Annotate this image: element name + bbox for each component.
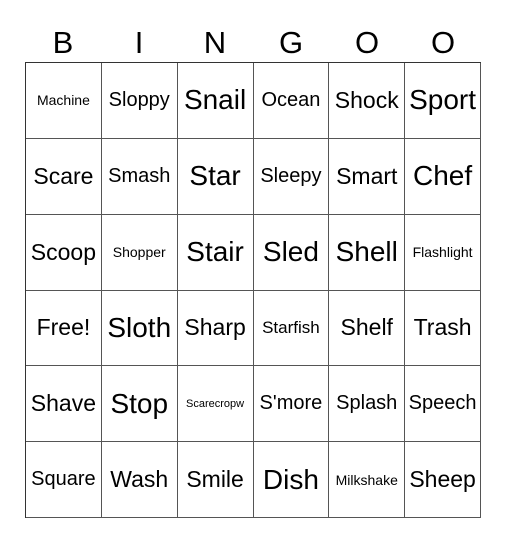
bingo-cell: Shelf xyxy=(329,290,406,367)
bingo-cell: Stair xyxy=(177,214,254,291)
bingo-cell: Smart xyxy=(329,138,406,215)
header-letter: I xyxy=(134,25,144,60)
bingo-cell: Stop xyxy=(101,366,178,443)
bingo-cell: Shell xyxy=(329,214,406,291)
bingo-cell: Milkshake xyxy=(329,442,406,518)
bingo-cell: Shock xyxy=(329,63,406,139)
header-letter: N xyxy=(203,25,227,60)
bingo-cell: Scare xyxy=(26,138,102,215)
bingo-cell: Starfish xyxy=(253,290,330,367)
bingo-cell: Chef xyxy=(405,138,481,215)
bingo-cell: Machine xyxy=(26,63,102,139)
bingo-cell: Sloth xyxy=(101,290,178,367)
bingo-cell: Scoop xyxy=(26,214,102,291)
bingo-cell: Dish xyxy=(253,442,330,518)
bingo-cell: Sharp xyxy=(177,290,254,367)
bingo-cell: Trash xyxy=(405,290,481,367)
bingo-cell: Sheep xyxy=(405,442,481,518)
bingo-cell: Shopper xyxy=(101,214,178,291)
bingo-cell: Free! xyxy=(26,290,102,367)
bingo-cell: Sloppy xyxy=(101,63,178,139)
header-letter: O xyxy=(354,25,380,60)
bingo-cell: S'more xyxy=(253,366,330,443)
bingo-cell: Ocean xyxy=(253,63,330,139)
bingo-cell: Star xyxy=(177,138,254,215)
bingo-cell: Shave xyxy=(26,366,102,443)
bingo-cell: Wash xyxy=(101,442,178,518)
header-letter: O xyxy=(430,25,456,60)
bingo-cell: Flashlight xyxy=(405,214,481,291)
bingo-cell: Sport xyxy=(405,63,481,139)
header-letter: G xyxy=(278,25,304,60)
bingo-cell: Snail xyxy=(177,63,254,139)
bingo-grid: Machine Sloppy Snail Ocean Shock Sport S… xyxy=(25,62,481,518)
bingo-cell: Sled xyxy=(253,214,330,291)
bingo-cell: Scarecropw xyxy=(177,366,254,443)
bingo-header: B I N G O O xyxy=(25,24,481,62)
bingo-cell: Splash xyxy=(329,366,406,443)
header-letter: B xyxy=(52,25,74,60)
bingo-cell: Square xyxy=(26,442,102,518)
bingo-cell: Speech xyxy=(405,366,481,443)
bingo-cell: Sleepy xyxy=(253,138,330,215)
bingo-cell: Smash xyxy=(101,138,178,215)
bingo-cell: Smile xyxy=(177,442,254,518)
